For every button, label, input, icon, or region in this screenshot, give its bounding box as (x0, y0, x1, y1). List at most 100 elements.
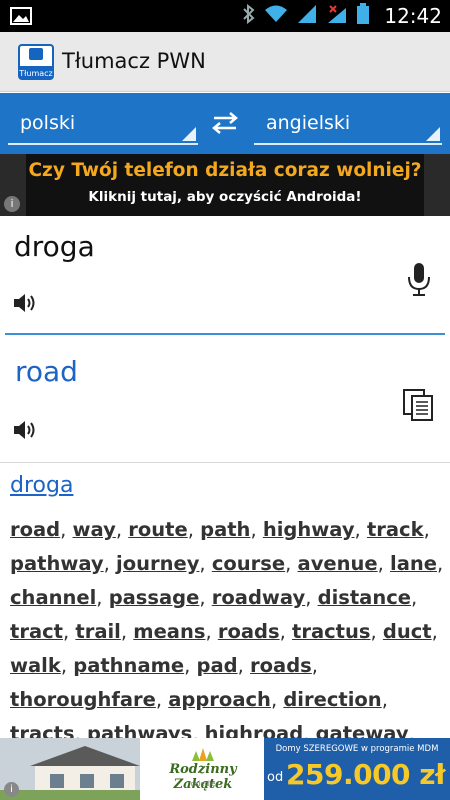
dropdown-corner-icon (426, 127, 440, 141)
translation-link[interactable]: route (128, 518, 187, 541)
separator-comma: , (60, 654, 74, 677)
status-time: 12:42 (384, 4, 442, 28)
separator-comma: , (377, 552, 391, 575)
ad-price: 259.000 zł (286, 758, 445, 791)
separator-comma: , (103, 552, 117, 575)
separator-comma: , (370, 620, 383, 643)
source-text[interactable]: droga (14, 230, 95, 263)
language-bar: polski angielski (0, 93, 450, 154)
translation-link[interactable]: journey (116, 552, 199, 575)
target-language-select[interactable]: angielski (254, 101, 442, 145)
separator-comma: , (354, 518, 367, 541)
translation-link[interactable]: thoroughfare (10, 688, 156, 711)
house-roof (30, 746, 140, 766)
ad-headline: Czy Twój telefon działa coraz wolniej? (28, 160, 422, 181)
dropdown-corner-icon (182, 127, 196, 141)
source-language-select[interactable]: polski (8, 101, 198, 145)
signal-no-data-icon (326, 4, 348, 28)
source-language-label: polski (20, 112, 76, 134)
translation-link[interactable]: tract (10, 620, 63, 643)
translation-link[interactable]: highway (263, 518, 355, 541)
ad-info-icon[interactable]: i (4, 782, 19, 797)
ad-price-prefix: od (267, 770, 284, 785)
translation-link[interactable]: way (73, 518, 116, 541)
target-language-label: angielski (266, 112, 351, 134)
speaker-icon[interactable] (12, 292, 38, 318)
house-grass (0, 790, 140, 800)
swap-languages-button[interactable] (206, 108, 244, 138)
separator-comma: , (62, 620, 76, 643)
ad-brand-sub: osiedle (190, 780, 216, 788)
app-logo[interactable]: Tłumacz (18, 44, 54, 80)
dictionary-headword-link[interactable]: droga (10, 473, 73, 498)
translation-list: road, way, route, path, highway, track, … (10, 513, 446, 740)
separator-comma: , (184, 654, 197, 677)
wifi-icon (264, 4, 288, 28)
house-window (80, 774, 94, 788)
separator-comma: , (311, 654, 318, 677)
separator-comma: , (96, 586, 109, 609)
translation-link[interactable]: roads (250, 654, 312, 677)
separator-comma: , (205, 620, 218, 643)
source-text-area[interactable]: droga (0, 216, 450, 336)
ad-offer-line: Domy SZEREGOWE w programie MDM (275, 744, 439, 754)
separator-comma: , (155, 688, 169, 711)
separator-comma: , (199, 586, 212, 609)
pwn-logo-mark (18, 44, 54, 68)
translation-link[interactable]: pad (197, 654, 238, 677)
translation-link[interactable]: tractus (292, 620, 370, 643)
translation-link[interactable]: pathway (10, 552, 104, 575)
translation-link[interactable]: lane (390, 552, 437, 575)
gallery-notification-icon (10, 7, 32, 29)
dictionary-results: droga road, way, route, path, highway, t… (0, 465, 450, 740)
separator-comma: , (431, 620, 438, 643)
house-window (110, 774, 124, 788)
ad-brand: Rodzinny Zakątek osiedle (142, 738, 264, 800)
translation-link[interactable]: course (212, 552, 285, 575)
translation-link[interactable]: roadway (212, 586, 305, 609)
separator-comma: , (285, 552, 298, 575)
separator-comma: , (250, 518, 263, 541)
ad-subline: Kliknij tutaj, aby oczyścić Androida! (88, 189, 362, 205)
house-window (50, 774, 64, 788)
translation-link[interactable]: roads (218, 620, 280, 643)
separator-comma: , (423, 518, 430, 541)
ad-info-icon[interactable]: i (4, 196, 20, 212)
translation-link[interactable]: avenue (298, 552, 378, 575)
translation-link[interactable]: duct (383, 620, 432, 643)
translation-output-area: road (0, 338, 450, 463)
translation-link[interactable]: track (367, 518, 424, 541)
translation-link[interactable]: walk (10, 654, 61, 677)
copy-icon[interactable] (402, 388, 434, 426)
translation-text: road (15, 355, 78, 388)
ad-banner-top[interactable]: Czy Twój telefon działa coraz wolniej? K… (0, 154, 450, 216)
separator-comma: , (381, 688, 388, 711)
speaker-icon[interactable] (12, 419, 38, 445)
separator-comma: , (199, 552, 212, 575)
translation-link[interactable]: approach (168, 688, 271, 711)
app-title-bar: Tłumacz Tłumacz PWN (0, 32, 450, 92)
translation-link[interactable]: path (200, 518, 250, 541)
swap-arrows-icon (212, 112, 238, 134)
translation-link[interactable]: direction (283, 688, 381, 711)
translation-link[interactable]: road (10, 518, 60, 541)
bluetooth-icon (242, 3, 256, 28)
translation-link[interactable]: pathname (73, 654, 184, 677)
microphone-icon[interactable] (405, 262, 433, 302)
ad-house-image (0, 738, 140, 800)
separator-comma: , (187, 518, 201, 541)
signal-icon (296, 4, 318, 28)
translation-link[interactable]: channel (10, 586, 96, 609)
app-title: Tłumacz PWN (62, 49, 206, 73)
translation-link[interactable]: means (133, 620, 205, 643)
separator-comma: , (279, 620, 293, 643)
separator-comma: , (436, 552, 444, 575)
separator-comma: , (115, 518, 129, 541)
battery-icon (356, 3, 370, 29)
translation-link[interactable]: trail (75, 620, 120, 643)
translation-link[interactable]: distance (318, 586, 411, 609)
translation-link[interactable]: passage (109, 586, 200, 609)
separator-comma: , (411, 586, 418, 609)
ad-banner-bottom[interactable]: i Rodzinny Zakątek osiedle Domy SZEREGOW… (0, 738, 450, 800)
separator-comma: , (270, 688, 284, 711)
